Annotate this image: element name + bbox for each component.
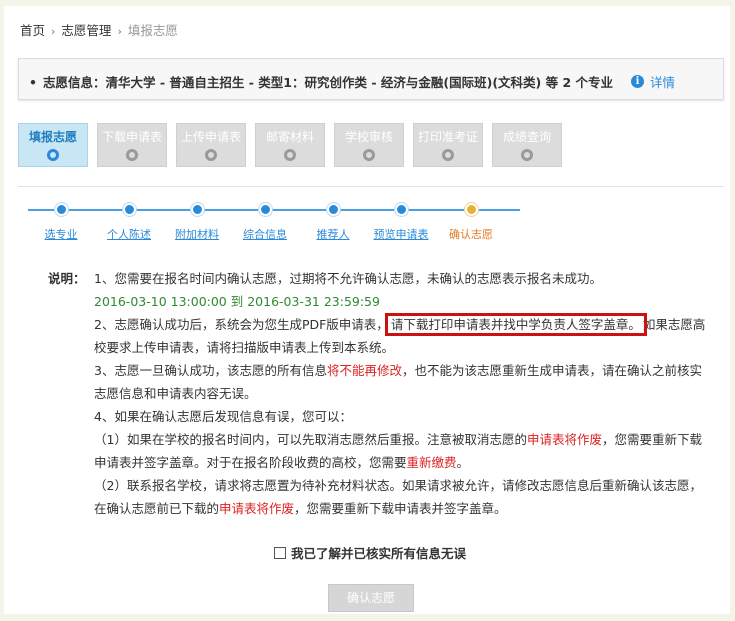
tab-download-form[interactable]: 下载申请表 [97, 123, 167, 167]
explanation-line: 志愿信息和申请表内容无误。 [94, 382, 718, 405]
step-select-major[interactable]: 选专业 [26, 203, 96, 242]
step-dot [258, 203, 272, 216]
breadcrumb-current: 填报志愿 [127, 23, 178, 38]
explanation-line: （1）如果在学校的报名时间内，可以先取消志愿然后重报。注意被取消志愿的申请表将作… [94, 428, 718, 451]
volunteer-info-label: 志愿信息： [43, 75, 106, 90]
step-label: 推荐人 [316, 228, 350, 241]
explanation-text: ，您需要重新下载 [601, 432, 702, 447]
explanation-text: 校要求上传申请表，请将扫描版申请表上传到本系统。 [94, 340, 395, 355]
explanation-text: （1）如果在学校的报名时间内，可以先取消志愿然后重报。注意被取消志愿的 [94, 432, 527, 447]
explanation-text: （2）联系报名学校，请求将志愿置为待补充材料状态。如果请求被允许，请修改志愿信息… [94, 478, 702, 493]
tab-label: 打印准考证 [417, 130, 478, 144]
explanation-title: 说明： [48, 271, 86, 286]
warning-text: 将不能再修改 [326, 363, 402, 378]
step-dot [464, 203, 478, 216]
tab-status-icon [363, 149, 375, 161]
explanation-line: 申请表并签字盖章。对于在报名阶段收费的高校，您需要重新缴费。 [94, 451, 718, 474]
explanation-line: 校要求上传申请表，请将扫描版申请表上传到本系统。 [94, 336, 718, 359]
volunteer-info: • 志愿信息：清华大学 - 普通自主招生 - 类型1：研究创作类 - 经济与金融(… [29, 72, 613, 91]
chevron-right-icon: › [117, 25, 122, 38]
step-label: 选专业 [44, 228, 78, 241]
explanation-line: 2、志愿确认成功后，系统会为您生成PDF版申请表， 请下载打印申请表并找中学负责人… [94, 313, 718, 336]
volunteer-info-box: • 志愿信息：清华大学 - 普通自主招生 - 类型1：研究创作类 - 经济与金融(… [18, 58, 724, 100]
step-label: 综合信息 [243, 228, 287, 241]
bullet-icon: • [29, 75, 37, 90]
explanation-text: 3、志愿一旦确认成功，该志愿的所有信息 [94, 363, 327, 378]
detail-label: 详情 [649, 75, 675, 90]
tab-label: 下载申请表 [101, 130, 162, 144]
tab-status-icon [205, 149, 217, 161]
tab-mail-materials[interactable]: 邮寄材料 [255, 123, 325, 167]
form-panel: 选专业 个人陈述 附加材料 综合信息 推荐人 预览申请表 确认志愿 说明： 1、… [18, 186, 724, 614]
explanation-text: ，也不能为该志愿重新生成申请表，请在确认之前核实 [401, 363, 702, 378]
tab-label: 成绩查询 [502, 130, 551, 144]
step-preview-form[interactable]: 预览申请表 [366, 203, 436, 242]
tab-fill-volunteer[interactable]: 填报志愿 [18, 123, 88, 167]
tab-school-review[interactable]: 学校审核 [334, 123, 404, 167]
explanation-text: 志愿信息和申请表内容无误。 [94, 386, 257, 401]
explanation-text: 如果志愿高 [642, 317, 706, 332]
step-additional-materials[interactable]: 附加材料 [162, 203, 232, 242]
registration-time-text: 2016-03-10 13:00:00 到 2016-03-31 23:59:5… [94, 294, 380, 309]
tab-upload-form[interactable]: 上传申请表 [176, 123, 246, 167]
confirm-volunteer-button[interactable]: 确认志愿 [328, 584, 414, 612]
step-dot [54, 203, 68, 216]
explanation-text: 4、如果在确认志愿后发现信息有误，您可以： [94, 409, 352, 424]
page: 首页 › 志愿管理 › 填报志愿 • 志愿信息：清华大学 - 普通自主招生 - 类型1：研… [0, 0, 735, 621]
detail-link[interactable]: i 详情 [630, 72, 675, 91]
tab-print-admission[interactable]: 打印准考证 [413, 123, 483, 167]
volunteer-info-content: 清华大学 - 普通自主招生 - 类型1：研究创作类 - 经济与金融(国际班)(文… [105, 75, 613, 90]
step-label: 确认志愿 [449, 228, 493, 241]
step-label: 个人陈述 [107, 228, 151, 241]
explanation-text: 申请表并签字盖章。对于在报名阶段收费的高校，您需要 [94, 455, 407, 470]
explanation-line: 3、志愿一旦确认成功，该志愿的所有信息将不能再修改，也不能为该志愿重新生成申请表… [94, 359, 718, 382]
registration-time: 2016-03-10 13:00:00 到 2016-03-31 23:59:5… [94, 290, 718, 313]
confirm-checkbox[interactable]: 我已了解并已核实所有信息无误 [274, 543, 466, 562]
step-personal-statement[interactable]: 个人陈述 [94, 203, 164, 242]
highlighted-notice: 请下载打印申请表并找中学负责人签字盖章。 [384, 313, 647, 336]
step-recommender[interactable]: 推荐人 [298, 203, 368, 242]
tab-status-icon [47, 149, 59, 161]
breadcrumb-home[interactable]: 首页 [20, 23, 45, 38]
tab-score-query[interactable]: 成绩查询 [492, 123, 562, 167]
step-label: 预览申请表 [373, 228, 429, 241]
step-comprehensive-info[interactable]: 综合信息 [230, 203, 300, 242]
step-dot [190, 203, 204, 216]
checkbox-box[interactable] [274, 546, 286, 559]
step-label: 附加材料 [175, 228, 219, 241]
explanation-text: ，您需要重新下载申请表并签字盖章。 [294, 501, 507, 516]
tab-status-icon [126, 149, 138, 161]
info-icon: i [630, 75, 644, 88]
tab-status-icon [521, 149, 533, 161]
breadcrumb: 首页 › 志愿管理 › 填报志愿 [20, 20, 178, 39]
explanation-text: 。 [456, 455, 470, 470]
tab-label: 填报志愿 [28, 130, 77, 144]
step-dot [394, 203, 408, 216]
explanation-line: 在确认志愿前已下载的申请表将作废，您需要重新下载申请表并签字盖章。 [94, 497, 718, 520]
step-dot [122, 203, 136, 216]
tab-status-icon [442, 149, 454, 161]
explanation-line: 1、您需要在报名时间内确认志愿，过期将不允许确认志愿，未确认的志愿表示报名未成功… [94, 267, 718, 290]
content-card: 首页 › 志愿管理 › 填报志愿 • 志愿信息：清华大学 - 普通自主招生 - 类型1：研… [4, 6, 730, 614]
confirm-checkbox-label: 我已了解并已核实所有信息无误 [291, 546, 467, 561]
step-dot [326, 203, 340, 216]
explanation-text: 在确认志愿前已下载的 [94, 501, 220, 516]
warning-text: 重新缴费 [406, 455, 457, 470]
tab-label: 邮寄材料 [265, 130, 314, 144]
tab-label: 上传申请表 [180, 130, 241, 144]
breadcrumb-section[interactable]: 志愿管理 [61, 23, 111, 38]
chevron-right-icon: › [51, 25, 56, 38]
explanation-line: （2）联系报名学校，请求将志愿置为待补充材料状态。如果请求被允许，请修改志愿信息… [94, 474, 718, 497]
explanation-text: 1、您需要在报名时间内确认志愿，过期将不允许确认志愿，未确认的志愿表示报名未成功… [94, 271, 602, 286]
explanation-body: 1、您需要在报名时间内确认志愿，过期将不允许确认志愿，未确认的志愿表示报名未成功… [94, 267, 718, 520]
tab-label: 学校审核 [344, 130, 393, 144]
explanation-line: 4、如果在确认志愿后发现信息有误，您可以： [94, 405, 718, 428]
step-confirm-volunteer: 确认志愿 [436, 203, 506, 242]
tab-status-icon [284, 149, 296, 161]
explanation-text: 2、志愿确认成功后，系统会为您生成PDF版申请表， [94, 317, 389, 332]
warning-text: 申请表将作废 [526, 432, 602, 447]
warning-text: 申请表将作废 [219, 501, 295, 516]
